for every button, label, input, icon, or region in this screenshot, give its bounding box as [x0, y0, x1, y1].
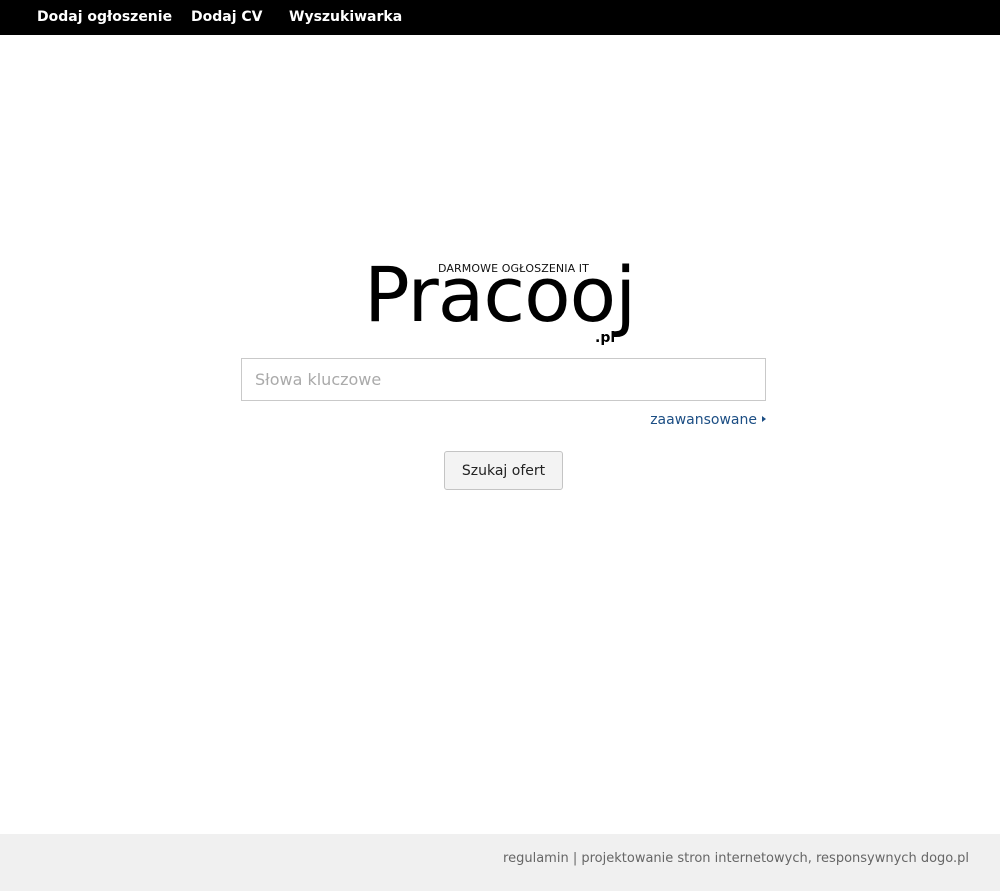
nav-add-listing[interactable]: Dodaj ogłoszenie	[37, 8, 172, 26]
web-design-credit-link[interactable]: projektowanie stron internetowych, respo…	[581, 851, 969, 866]
terms-link[interactable]: regulamin	[503, 851, 569, 866]
advanced-search-link[interactable]: zaawansowane	[650, 412, 766, 428]
advanced-search-label: zaawansowane	[650, 412, 757, 428]
logo-suffix: .pl	[595, 330, 616, 346]
search-offers-button[interactable]: Szukaj ofert	[444, 451, 563, 490]
nav-add-cv[interactable]: Dodaj CV	[191, 8, 263, 26]
footer-links: regulamin | projektowanie stron internet…	[503, 851, 969, 866]
triangle-right-icon	[762, 416, 766, 422]
logo-tagline: DARMOWE OGŁOSZENIA IT	[438, 262, 589, 275]
top-navigation: Dodaj ogłoszenie Dodaj CV Wyszukiwarka	[0, 0, 1000, 35]
site-logo[interactable]: Pracooj DARMOWE OGŁOSZENIA IT .pl	[362, 250, 652, 350]
footer-separator: |	[572, 851, 578, 866]
keywords-search-input[interactable]	[241, 358, 766, 401]
page-footer: regulamin | projektowanie stron internet…	[0, 834, 1000, 891]
nav-search-engine[interactable]: Wyszukiwarka	[289, 8, 402, 26]
